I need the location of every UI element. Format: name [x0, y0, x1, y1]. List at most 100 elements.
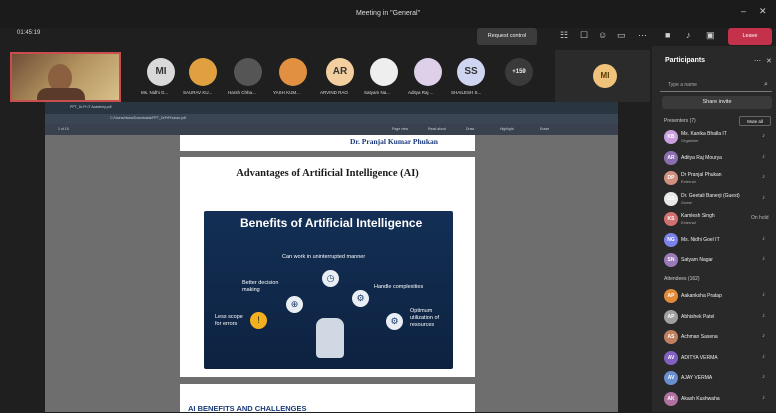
participant-name: ARVIND RAO	[320, 90, 348, 95]
camera-icon[interactable]: ■	[665, 30, 670, 40]
participant-name[interactable]: ADITYA VERMA	[681, 355, 718, 361]
participant-name: Aditya Raj ...	[408, 90, 434, 95]
share-icon[interactable]: ▣	[706, 30, 715, 41]
participant-name: SAURAV KU...	[183, 90, 213, 95]
search-input[interactable]: Type a name	[660, 78, 772, 92]
participant-avatar[interactable]	[370, 58, 398, 86]
avatar: KB	[664, 130, 678, 144]
participant-name[interactable]: Aditya Raj Mourya	[681, 155, 722, 161]
participant-name: SHAILESH S...	[451, 90, 482, 95]
browser-tab[interactable]: PPT_Dr.Pr.IT Academy.pdf	[70, 105, 112, 109]
person-body	[37, 88, 85, 100]
participant-name[interactable]: Kamlesh Singh	[681, 213, 715, 219]
panel-title: Participants	[665, 57, 706, 64]
close-panel-icon[interactable]: ✕	[766, 57, 772, 65]
status-badge: On hold	[751, 215, 769, 221]
participant-avatar[interactable]: MI	[147, 58, 175, 86]
page-number[interactable]: 1 of 15	[58, 127, 69, 131]
participant-name: Satyam Na...	[364, 90, 391, 95]
participant-role: Organizer	[681, 138, 699, 143]
avatar: NG	[664, 232, 678, 247]
participant-role: Guest	[681, 199, 692, 205]
mic-icon: ♪	[762, 312, 765, 319]
clock-icon: ◷	[322, 270, 339, 287]
participant-name[interactable]: Satyam Nagar	[681, 257, 713, 263]
participant-name[interactable]: Achman Saxena	[681, 334, 718, 340]
mic-icon: ♪	[762, 333, 765, 339]
gears-icon: ⚙	[352, 290, 369, 307]
more-icon[interactable]: ⋯	[638, 30, 647, 41]
participant-name[interactable]: Abhishek Patel	[681, 314, 714, 320]
avatar: AR	[664, 150, 678, 165]
reactions-icon[interactable]: ☺	[598, 30, 607, 40]
search-icon: ⌕	[764, 81, 768, 88]
mic-icon: ♪	[762, 194, 765, 201]
mic-icon: ♪	[762, 353, 765, 360]
participant-avatar[interactable]: SS	[457, 58, 485, 86]
close-icon[interactable]: ✕	[759, 6, 767, 17]
robot-icon	[316, 318, 344, 358]
participant-name: Harsh Chha...	[228, 90, 256, 95]
avatar: AS	[664, 330, 678, 344]
avatar: KS	[664, 212, 678, 226]
share-invite-button[interactable]: Share invite	[662, 96, 772, 109]
mic-icon: ♪	[762, 174, 765, 180]
participants-icon[interactable]: ☷	[560, 30, 568, 41]
participant-name: YASH KUM...	[273, 90, 300, 95]
mic-icon: ♪	[762, 256, 765, 262]
address-text[interactable]: C:/Users/nisha/Downloads/PPT_DrPrPhukan.…	[110, 116, 186, 120]
mic-icon[interactable]: ♪	[686, 30, 691, 40]
avatar: DP	[664, 171, 678, 185]
rooms-icon[interactable]: ▭	[617, 30, 626, 41]
draw-button[interactable]: Draw	[466, 127, 474, 131]
decision-icon: ⊕	[286, 296, 303, 313]
participant-name[interactable]: Dr. Geetali Banerji (Guest)	[681, 193, 740, 199]
avatar: AV	[664, 350, 678, 365]
benefit-text: Handle complexities	[374, 284, 424, 290]
mic-icon: ♪	[762, 394, 765, 401]
participant-name[interactable]: Dr Pranjal Phukan	[681, 172, 722, 178]
self-video-tile[interactable]	[10, 52, 121, 102]
participant-name[interactable]: Akash Kushwaha	[681, 396, 720, 402]
participant-role: External	[681, 179, 696, 184]
avatar: AP	[664, 309, 678, 324]
participant-avatar[interactable]: +159	[505, 58, 533, 86]
highlight-button[interactable]: Highlight	[500, 127, 514, 131]
participant-avatar[interactable]	[234, 58, 262, 86]
participant-name[interactable]: Aakanksha Pratap	[681, 293, 722, 299]
slide-title: Benefits of Artificial Intelligence	[240, 216, 423, 230]
participant-avatar[interactable]: AR	[326, 58, 354, 86]
minimize-icon[interactable]: –	[741, 6, 746, 16]
avatar: GB	[664, 191, 678, 206]
avatar: AK	[664, 391, 678, 406]
participant-avatar[interactable]	[189, 58, 217, 86]
participant-name[interactable]: AJAY VERMA	[681, 375, 712, 381]
presenters-section-label[interactable]: Presenters (7)	[664, 118, 696, 124]
participant-avatar[interactable]	[279, 58, 307, 86]
read-aloud-button[interactable]: Read aloud	[428, 127, 446, 131]
pdf-toolbar	[45, 124, 618, 135]
avatar: MI	[593, 64, 617, 88]
mute-all-button[interactable]: Mute all	[739, 116, 771, 126]
participant-avatar[interactable]	[414, 58, 442, 86]
chat-icon[interactable]: ☐	[580, 30, 588, 41]
mic-icon: ♪	[762, 292, 765, 298]
leave-button[interactable]: Leave	[728, 28, 772, 45]
page-view-button[interactable]: Page view	[392, 127, 408, 131]
participant-name[interactable]: Ms. Nidhi Goel IT	[681, 237, 720, 243]
participant-name[interactable]: Ms. Kanika Bhalla IT	[681, 131, 727, 137]
participant-role: External	[681, 220, 696, 225]
meeting-toolbar	[0, 28, 652, 46]
more-options-icon[interactable]: ⋯	[754, 57, 761, 65]
erase-button[interactable]: Erase	[540, 127, 549, 131]
browser-tab-bar	[45, 102, 618, 114]
benefit-text: Can work in uninterrupted manner	[282, 254, 366, 260]
request-control-button[interactable]: Request control	[477, 28, 537, 45]
attendees-section-label[interactable]: Attendees (162)	[664, 276, 700, 282]
resource-icon: ⚙	[386, 313, 403, 330]
mic-icon: ♪	[762, 133, 765, 139]
avatar: AP	[664, 289, 678, 303]
avatar: AV	[664, 371, 678, 385]
benefit-text: Less scope for errors	[215, 314, 243, 327]
mic-icon: ♪	[762, 235, 765, 242]
